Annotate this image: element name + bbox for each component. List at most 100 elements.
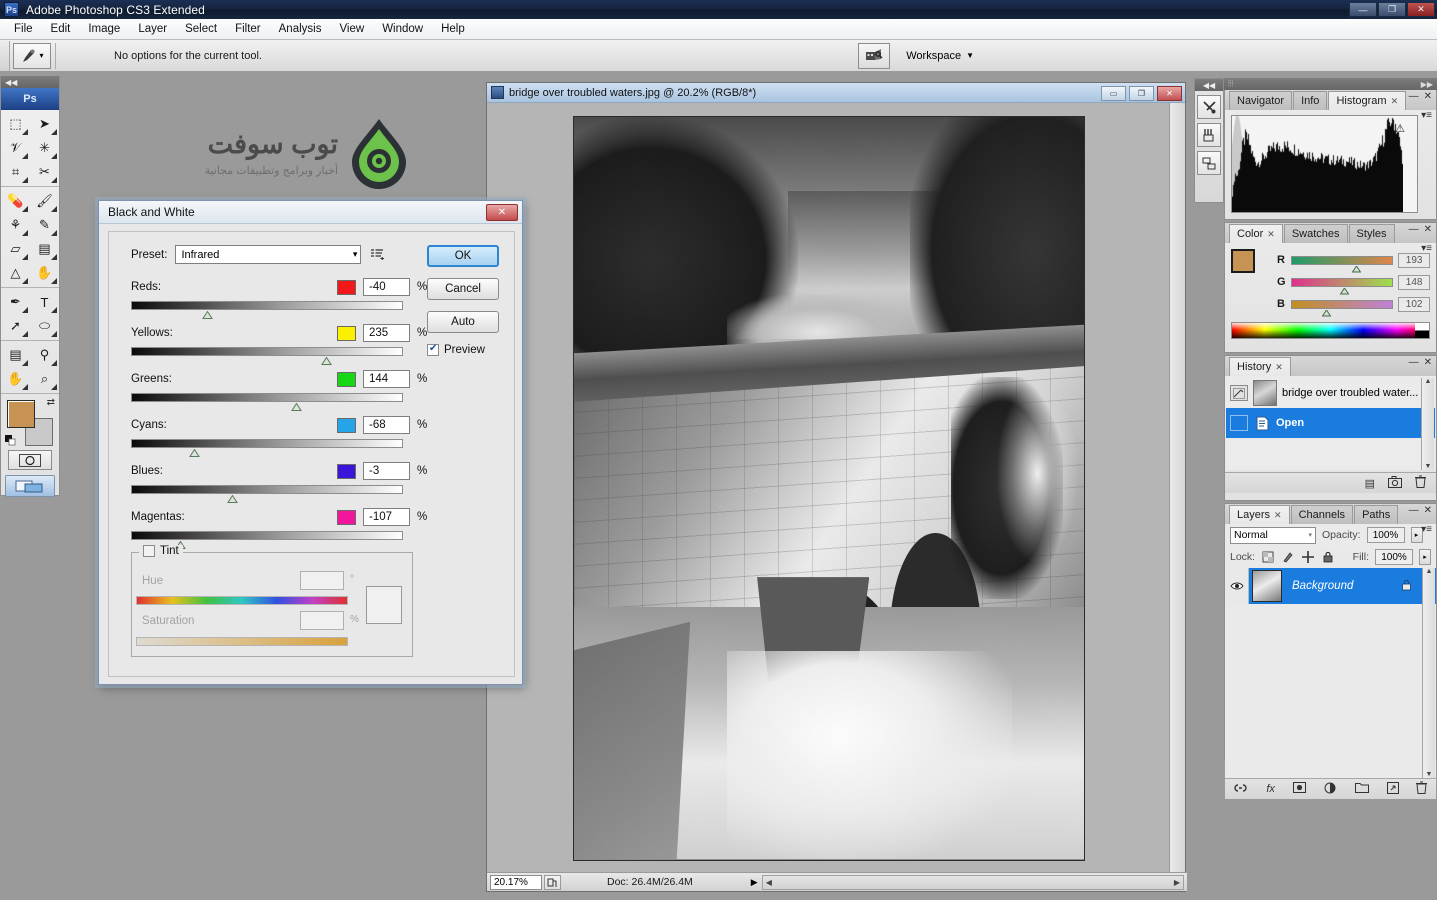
dock-arrows[interactable]: ▶▶ (1421, 80, 1433, 89)
minimize-icon[interactable]: — (1409, 224, 1419, 235)
lock-image-pixels-icon[interactable] (1281, 550, 1295, 564)
close-icon[interactable]: ✕ (1424, 91, 1432, 102)
auto-button[interactable]: Auto (427, 311, 499, 333)
link-layers-icon[interactable] (1233, 783, 1248, 796)
current-tool-button[interactable]: ▾ (13, 42, 51, 69)
bw-channel-slider-thumb[interactable] (226, 494, 238, 504)
spectrum-black-white-swatch[interactable] (1415, 323, 1429, 338)
tab-layers[interactable]: Layers ✕ (1229, 505, 1290, 524)
lock-position-icon[interactable] (1301, 550, 1315, 564)
channel-slider-thumb[interactable] (1321, 308, 1332, 316)
preset-options-icon[interactable] (369, 246, 386, 263)
preview-row[interactable]: Preview (427, 343, 504, 356)
bw-channel-input[interactable]: -3 (363, 462, 410, 480)
tab-paths[interactable]: Paths (1354, 505, 1399, 524)
menu-help[interactable]: Help (432, 21, 474, 37)
new-document-from-state-icon[interactable]: ▤ (1365, 477, 1375, 490)
default-colors-icon[interactable] (5, 435, 16, 446)
hue-field[interactable] (300, 571, 344, 590)
clone-source-icon[interactable] (1197, 151, 1221, 175)
eraser-tool[interactable]: ▱ (1, 237, 30, 261)
document-title-bar[interactable]: bridge over troubled waters.jpg @ 20.2% … (487, 83, 1185, 103)
screen-mode-button[interactable] (5, 475, 55, 497)
tool-presets-icon[interactable] (1197, 95, 1221, 119)
lock-transparent-pixels-icon[interactable] (1261, 550, 1275, 564)
dodge-tool[interactable]: ✋ (30, 261, 59, 285)
saturation-slider[interactable] (136, 637, 348, 646)
marquee-tool[interactable]: ⬚ (1, 112, 30, 136)
swap-colors-icon[interactable]: ⇄ (47, 397, 55, 408)
history-state-open[interactable]: Open (1226, 408, 1435, 438)
close-icon[interactable]: ✕ (1424, 224, 1432, 235)
tab-info[interactable]: Info (1293, 91, 1328, 110)
bw-channel-slider-thumb[interactable] (188, 448, 200, 458)
dialog-title-bar[interactable]: Black and White ✕ (99, 201, 522, 224)
channel-slider-thumb[interactable] (1339, 286, 1350, 294)
menu-file[interactable]: File (5, 21, 42, 37)
bw-channel-slider[interactable] (131, 485, 403, 503)
tint-checkbox-row[interactable]: Tint (139, 545, 183, 557)
close-icon[interactable]: ✕ (1267, 229, 1275, 240)
scroll-left-arrow[interactable]: ◀ (766, 878, 772, 887)
bw-channel-input[interactable]: -107 (363, 508, 410, 526)
history-source-toggle[interactable] (1230, 415, 1248, 431)
channel-value[interactable]: 193 (1398, 252, 1430, 268)
document-horizontal-scrollbar[interactable]: ◀ ▶ (761, 874, 1184, 890)
menu-window[interactable]: Window (373, 21, 432, 37)
layers-panel-menu-icon[interactable]: ▾≡ (1421, 524, 1432, 535)
cancel-button[interactable]: Cancel (427, 278, 499, 300)
magic-wand-tool[interactable]: ✳ (30, 136, 59, 160)
mini-dock-collapse-button[interactable]: ◀◀ (1195, 79, 1223, 91)
gradient-tool[interactable]: ▤ (30, 237, 59, 261)
clone-stamp-tool[interactable]: ⚘ (1, 213, 30, 237)
channel-slider-thumb[interactable] (1351, 264, 1362, 272)
dock-expand-button[interactable]: ⦙⦙⦙ ▶▶ (1224, 78, 1437, 90)
minimize-icon[interactable]: — (1409, 357, 1419, 368)
menu-filter[interactable]: Filter (226, 21, 270, 37)
adjustment-layer-icon[interactable] (1324, 782, 1337, 797)
menu-select[interactable]: Select (176, 21, 226, 37)
new-snapshot-icon[interactable] (1388, 475, 1402, 491)
bw-channel-slider-thumb[interactable] (291, 402, 303, 412)
preview-checkbox[interactable] (427, 343, 439, 356)
lock-all-icon[interactable] (1321, 550, 1335, 564)
close-icon[interactable]: ✕ (1424, 357, 1432, 368)
crop-tool[interactable]: ⌗ (1, 160, 30, 184)
layers-scrollbar[interactable]: ▲ ▼ (1422, 568, 1435, 778)
bw-channel-input[interactable]: 144 (363, 370, 410, 388)
color-panel-foreground-swatch[interactable] (1231, 249, 1255, 273)
bw-channel-slider[interactable] (131, 347, 403, 365)
bw-channel-slider-thumb[interactable] (202, 310, 214, 320)
tab-navigator[interactable]: Navigator (1229, 91, 1293, 110)
ok-button[interactable]: OK (427, 245, 499, 267)
bw-channel-input[interactable]: -40 (363, 278, 410, 296)
menu-edit[interactable]: Edit (42, 21, 80, 37)
document-minimize-button[interactable]: ▭ (1101, 86, 1126, 101)
opacity-value[interactable]: 100% (1366, 527, 1405, 543)
layer-row-background[interactable]: Background (1225, 568, 1436, 604)
go-to-bridge-button[interactable] (858, 42, 891, 69)
snapshot-source-icon[interactable] (1230, 385, 1248, 401)
bw-channel-slider[interactable] (131, 439, 403, 457)
channel-value[interactable]: 102 (1398, 296, 1430, 312)
close-icon[interactable]: ✕ (1391, 96, 1399, 107)
tool-dropdown-caret[interactable]: ▾ (39, 51, 43, 60)
eyedropper-tool[interactable]: ⚲ (30, 343, 59, 367)
close-icon[interactable]: ✕ (1275, 362, 1283, 373)
blend-mode-select[interactable]: Normal ▾ (1230, 526, 1316, 544)
foreground-color-swatch[interactable] (7, 400, 35, 428)
chevron-down-icon[interactable]: ▾ (1308, 531, 1312, 539)
dialog-close-button[interactable]: ✕ (486, 204, 518, 221)
lasso-tool[interactable]: 𝒱 (1, 136, 30, 160)
document-restore-button[interactable]: ❐ (1129, 86, 1154, 101)
tab-styles[interactable]: Styles (1348, 224, 1395, 243)
minimize-icon[interactable]: — (1409, 91, 1419, 102)
move-tool[interactable]: ➤ (30, 112, 59, 136)
ellipse-tool[interactable]: ⬭ (30, 314, 59, 338)
scroll-up-arrow[interactable]: ▲ (1426, 568, 1433, 575)
close-icon[interactable]: ✕ (1274, 510, 1282, 521)
notes-tool[interactable]: ▤ (1, 343, 30, 367)
bw-channel-input[interactable]: -68 (363, 416, 410, 434)
layer-name[interactable]: Background (1292, 580, 1353, 592)
healing-brush-tool[interactable]: 💊 (1, 189, 30, 213)
